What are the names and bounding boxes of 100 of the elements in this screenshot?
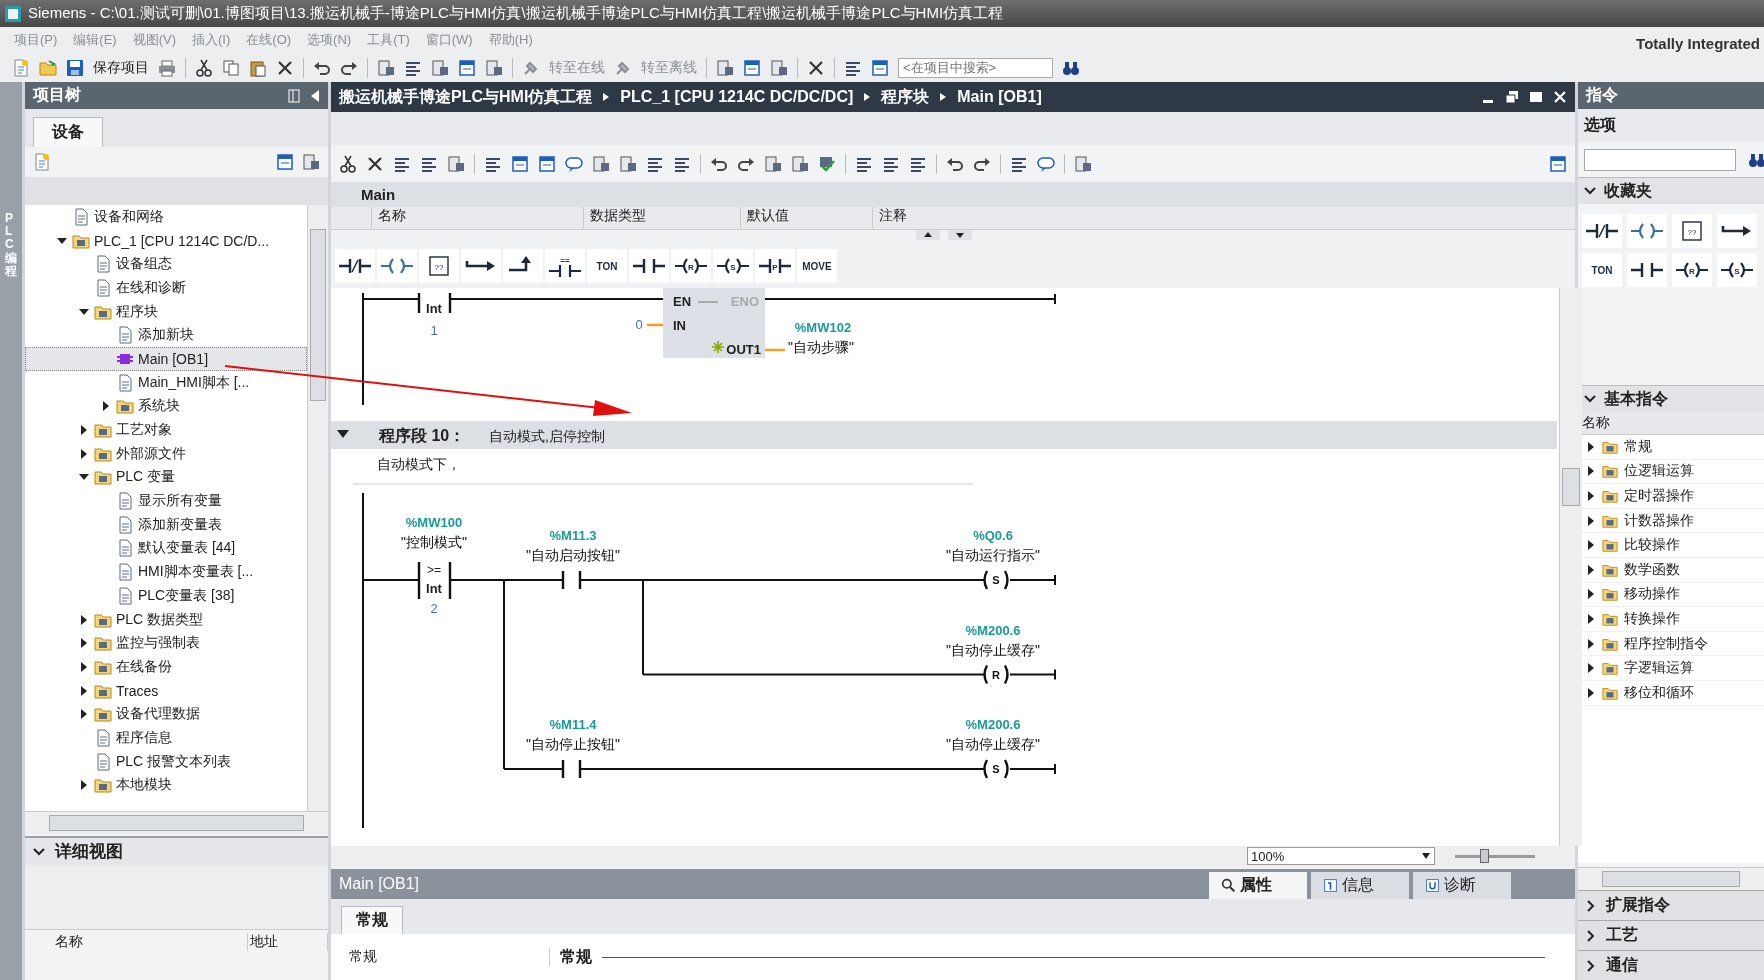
expand-arrow-icon[interactable] — [1586, 514, 1596, 527]
instruction-button[interactable]: R — [671, 249, 711, 283]
tree-item[interactable]: PLC 变量 — [25, 465, 307, 490]
instruction-button[interactable] — [629, 249, 669, 283]
tree-item[interactable]: 设备组态 — [25, 252, 307, 277]
column-header[interactable]: 地址 — [248, 933, 328, 951]
instruction-button[interactable]: R — [1672, 253, 1712, 287]
column-header[interactable]: 名称 — [371, 207, 583, 229]
save-project-button[interactable]: 保存项目 — [93, 58, 149, 77]
instruction-button[interactable] — [1582, 214, 1622, 248]
tree-item[interactable]: Main [OB1] — [25, 347, 307, 371]
instruction-button[interactable]: TON — [1582, 253, 1622, 287]
coil[interactable]: S — [983, 569, 1009, 591]
inspector-tab[interactable]: 属性 — [1209, 872, 1307, 899]
column-header[interactable]: 注释 — [872, 207, 1249, 229]
instruction-button[interactable]: MOVE — [797, 249, 837, 283]
instruction-group[interactable]: 程序控制指令 — [1578, 631, 1764, 657]
instruction-group[interactable]: 位逻辑运算 — [1578, 459, 1764, 485]
slider-thumb[interactable] — [1479, 849, 1489, 863]
instruction-button[interactable] — [335, 249, 375, 283]
compare-contact[interactable] — [417, 291, 452, 315]
breadcrumb-item[interactable]: 搬运机械手博途PLC与HMI仿真工程 — [339, 86, 593, 108]
instruction-button[interactable] — [1717, 214, 1757, 248]
instruction-button[interactable]: S — [713, 249, 753, 283]
instruction-button[interactable]: TON — [587, 249, 627, 283]
inspector-tab[interactable]: 信息 — [1311, 872, 1409, 899]
instruction-group[interactable]: 定时器操作 — [1578, 484, 1764, 509]
instruction-button[interactable]: S — [1717, 253, 1757, 287]
contact[interactable] — [561, 569, 582, 591]
tree-item[interactable]: PLC变量表 [38] — [25, 584, 307, 608]
tree-item[interactable]: 在线备份 — [25, 655, 307, 679]
tree-item[interactable]: 工艺对象 — [25, 418, 307, 442]
instruction-group[interactable]: 移位和循环 — [1578, 680, 1764, 706]
column-header[interactable]: 名称 — [1582, 414, 1610, 432]
instruction-group[interactable]: 数学函数 — [1578, 557, 1764, 583]
nav-item[interactable]: 常规 — [349, 948, 377, 964]
tree-item[interactable]: 程序信息 — [25, 726, 307, 750]
expand-arrow-icon[interactable] — [1586, 539, 1596, 552]
tree-item[interactable]: 添加新块 — [25, 323, 307, 348]
breadcrumb-item[interactable]: PLC_1 [CPU 1214C DC/DC/DC] — [620, 88, 854, 106]
expand-arrow-icon[interactable] — [1586, 612, 1596, 625]
search-field[interactable] — [1584, 148, 1736, 171]
devices-tab[interactable]: 设备 — [33, 117, 103, 147]
instruction-group[interactable]: 比较操作 — [1578, 533, 1764, 558]
collapse-left-icon[interactable] — [310, 88, 320, 103]
instruction-button[interactable]: ?? — [1672, 214, 1712, 248]
section-header[interactable]: 工艺 — [1578, 920, 1764, 950]
instruction-button[interactable]: == — [545, 249, 585, 283]
expand-arrow-icon[interactable] — [1586, 686, 1596, 699]
tree-item[interactable]: Traces — [25, 678, 307, 703]
inspector-tab[interactable]: 诊断 — [1413, 872, 1511, 899]
chevron-icon[interactable] — [33, 846, 45, 857]
instruction-group[interactable]: 计数器操作 — [1578, 508, 1764, 534]
close-icon[interactable] — [1553, 90, 1567, 104]
section-header[interactable]: 通信 — [1578, 950, 1764, 980]
contact[interactable] — [561, 758, 582, 780]
instruction-button[interactable] — [503, 249, 543, 283]
scrollbar[interactable] — [1578, 867, 1764, 890]
search-field[interactable]: <在项目中搜索> — [898, 57, 1053, 78]
instruction-button[interactable] — [1627, 253, 1667, 287]
expand-up-icon[interactable] — [916, 230, 940, 240]
tree-item[interactable]: 设备代理数据 — [25, 702, 307, 727]
section-header[interactable]: 收藏夹 — [1578, 177, 1764, 204]
collapse-arrow-icon[interactable] — [337, 430, 349, 438]
column-header[interactable]: 数据类型 — [583, 207, 740, 229]
tree-item[interactable]: 显示所有变量 — [25, 489, 307, 513]
instruction-group[interactable]: 字逻辑运算 — [1578, 656, 1764, 681]
compare-contact[interactable] — [417, 560, 452, 601]
expand-arrow-icon[interactable] — [1586, 563, 1596, 576]
instruction-button[interactable]: ?? — [419, 249, 459, 283]
tree-item[interactable]: PLC 报警文本列表 — [25, 749, 307, 774]
column-header[interactable]: 名称 — [53, 933, 249, 951]
tree-item[interactable]: PLC_1 [CPU 1214C DC/D... — [25, 228, 307, 253]
tree-item[interactable]: 外部源文件 — [25, 441, 307, 466]
instruction-button[interactable] — [461, 249, 501, 283]
tree-item[interactable]: PLC 数据类型 — [25, 607, 307, 632]
breadcrumb-item[interactable]: 程序块 — [881, 86, 930, 108]
expand-arrow-icon[interactable] — [1586, 637, 1596, 650]
tree-item[interactable]: 程序块 — [25, 299, 307, 324]
expand-arrow-icon[interactable] — [1586, 440, 1596, 453]
tree-item[interactable]: 在线和诊断 — [25, 276, 307, 300]
breadcrumb-item[interactable]: Main [OB1] — [957, 88, 1042, 106]
expand-down-icon[interactable] — [948, 230, 972, 240]
zoom-dropdown[interactable]: 100% — [1247, 847, 1435, 865]
tree-item[interactable]: 本地模块 — [25, 773, 307, 798]
coil[interactable]: R — [983, 664, 1009, 685]
scrollbar[interactable] — [307, 205, 328, 811]
scrollbar[interactable] — [1559, 288, 1582, 846]
pin-icon[interactable] — [288, 88, 300, 103]
tree-item[interactable]: 添加新变量表 — [25, 512, 307, 537]
coil[interactable]: S — [983, 758, 1009, 780]
tree-item[interactable]: 系统块 — [25, 394, 307, 419]
instruction-group[interactable]: 转换操作 — [1578, 607, 1764, 632]
instruction-button[interactable]: P — [755, 249, 795, 283]
general-tab[interactable]: 常规 — [341, 906, 403, 934]
instruction-group[interactable]: 常规 — [1578, 435, 1764, 460]
scrollbar[interactable] — [25, 811, 328, 834]
expand-arrow-icon[interactable] — [1586, 662, 1596, 675]
maximize-icon[interactable] — [1529, 90, 1543, 104]
move-box[interactable] — [663, 288, 765, 358]
